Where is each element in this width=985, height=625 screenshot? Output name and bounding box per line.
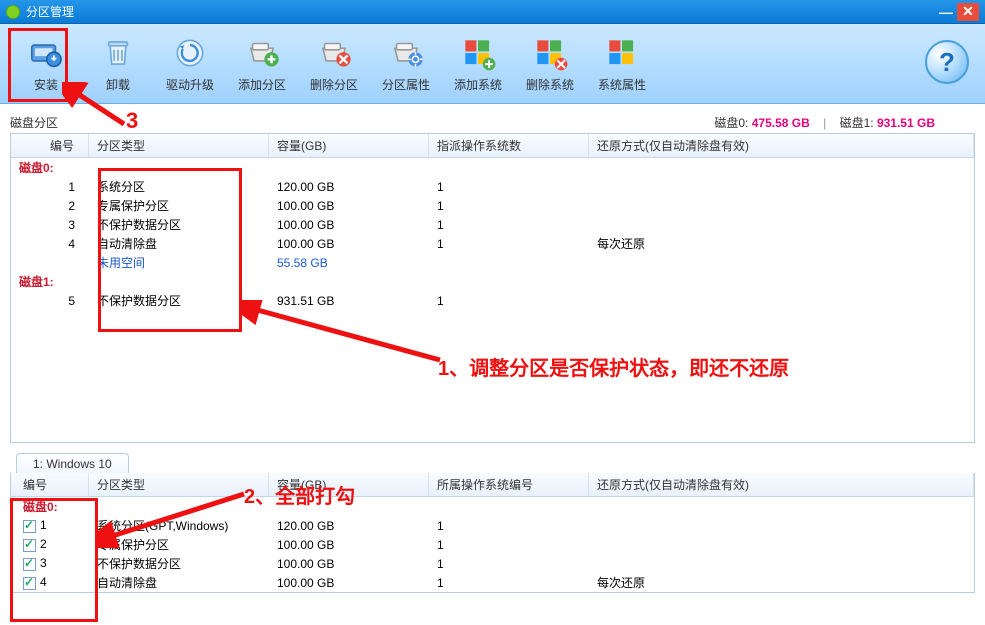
partition-grid: 编号 分区类型 容量(GB) 指派操作系统数 还原方式(仅自动清除盘有效) 磁盘… [10,133,975,443]
help-icon: ? [939,47,955,78]
add-system-label: 添加系统 [454,76,502,93]
disk0-size: 475.58 GB [752,116,810,130]
row-checkbox[interactable] [23,520,36,533]
disk-group-label: 磁盘1: [11,592,974,593]
table-row[interactable]: 5不保护数据分区931.51 GB1 [11,291,974,310]
tab-bar: 1: Windows 10 [10,451,975,473]
tab-windows10[interactable]: 1: Windows 10 [16,453,129,474]
driver-upgrade-label: 驱动升级 [166,76,214,93]
table-row[interactable]: 4自动清除盘100.00 GB1每次还原 [11,573,974,592]
partition-prop-button[interactable]: 分区属性 [370,29,442,99]
app-icon [6,5,20,19]
col-os[interactable]: 所属操作系统编号 [429,473,589,496]
col-cap[interactable]: 容量(GB) [269,134,429,157]
close-button[interactable]: ✕ [957,3,979,21]
grid-header-top: 编号 分区类型 容量(GB) 指派操作系统数 还原方式(仅自动清除盘有效) [11,134,974,158]
row-checkbox[interactable] [23,577,36,590]
minimize-button[interactable]: — [935,3,957,21]
col-rest[interactable]: 还原方式(仅自动清除盘有效) [589,134,974,157]
add-partition-button[interactable]: 添加分区 [226,29,298,99]
add-system-button[interactable]: 添加系统 [442,29,514,99]
table-row[interactable]: 未用空间55.58 GB [11,253,974,272]
col-type[interactable]: 分区类型 [89,134,269,157]
delete-system-label: 删除系统 [526,76,574,93]
row-checkbox[interactable] [23,558,36,571]
delete-partition-label: 删除分区 [310,76,358,93]
install-button[interactable]: 安装 [10,29,82,99]
grid-header-bot: 编号 分区类型 容量(GB) 所属操作系统编号 还原方式(仅自动清除盘有效) [11,473,974,497]
toolbar: 安装 卸载 驱动升级 添加分区 删除分区 分区属性 添加系统 删除系统 系统属性… [0,24,985,104]
col-rest[interactable]: 还原方式(仅自动清除盘有效) [589,473,974,496]
system-prop-label: 系统属性 [598,76,646,93]
col-cap[interactable]: 容量(GB) [269,473,429,496]
col-type[interactable]: 分区类型 [89,473,269,496]
col-id[interactable]: 编号 [11,134,89,157]
col-os[interactable]: 指派操作系统数 [429,134,589,157]
help-button[interactable]: ? [925,40,969,84]
os-partition-grid: 编号 分区类型 容量(GB) 所属操作系统编号 还原方式(仅自动清除盘有效) 磁… [10,473,975,593]
window-title: 分区管理 [26,3,74,20]
disk-section-header: 磁盘分区 磁盘0: 475.58 GB | 磁盘1: 931.51 GB [10,114,975,131]
driver-upgrade-button[interactable]: 驱动升级 [154,29,226,99]
section-title: 磁盘分区 [10,114,58,131]
install-label: 安装 [34,76,58,93]
delete-system-button[interactable]: 删除系统 [514,29,586,99]
titlebar: 分区管理 — ✕ [0,0,985,24]
disk1-size: 931.51 GB [877,116,935,130]
partition-prop-label: 分区属性 [382,76,430,93]
uninstall-label: 卸载 [106,76,130,93]
disk1-label: 磁盘1: [840,116,874,130]
system-prop-button[interactable]: 系统属性 [586,29,658,99]
uninstall-button[interactable]: 卸载 [82,29,154,99]
tab-label: 1: Windows 10 [33,457,112,471]
col-id[interactable]: 编号 [11,473,89,496]
row-checkbox[interactable] [23,539,36,552]
delete-partition-button[interactable]: 删除分区 [298,29,370,99]
add-partition-label: 添加分区 [238,76,286,93]
disk0-label: 磁盘0: [714,116,748,130]
